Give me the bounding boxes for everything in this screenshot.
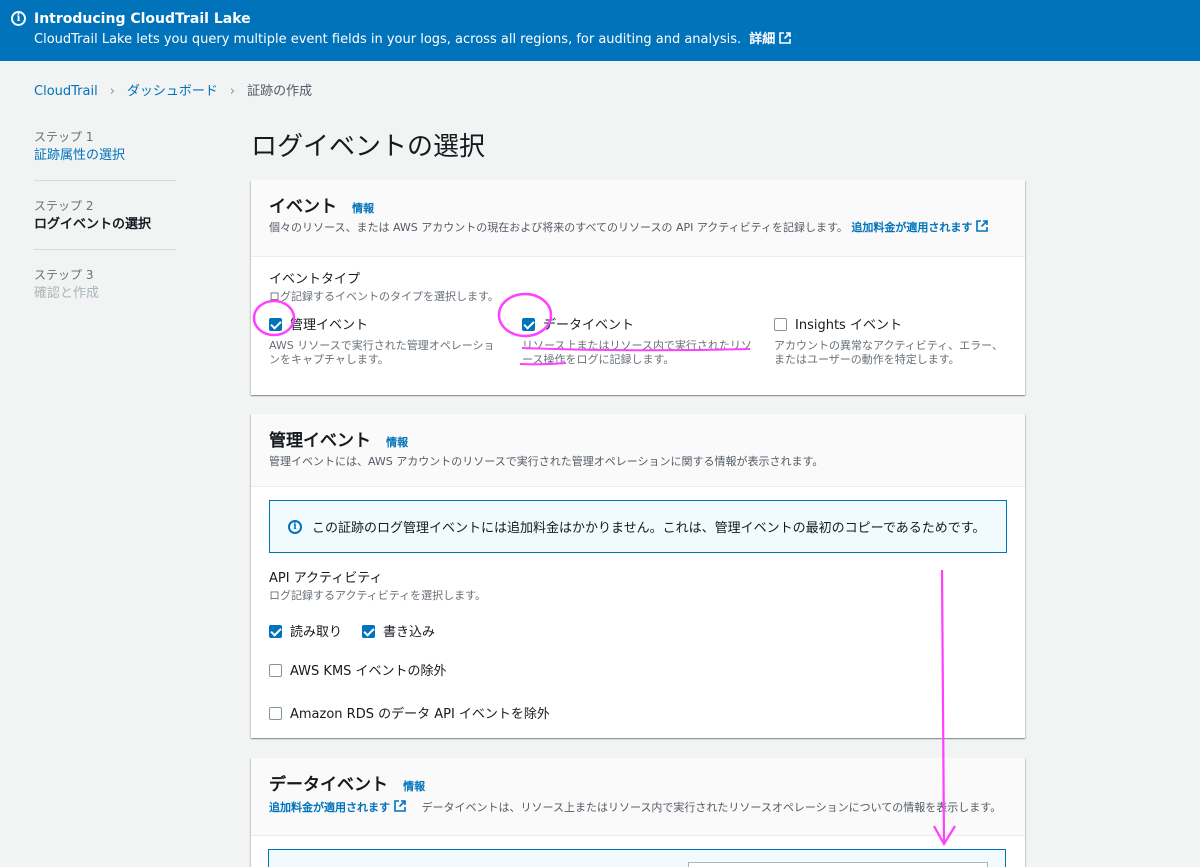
write-checkbox[interactable]: 書き込み — [362, 621, 435, 640]
rds-label: Amazon RDS のデータ API イベントを除外 — [290, 707, 550, 722]
management-info-link[interactable]: 情報 — [386, 436, 408, 449]
step-3: ステップ 3 確認と作成 — [34, 266, 176, 318]
events-title: イベント — [269, 197, 337, 217]
breadcrumb-dashboard[interactable]: ダッシュボード — [127, 83, 218, 101]
read-label: 読み取り — [290, 625, 343, 640]
chevron-right-icon: › — [109, 84, 115, 99]
management-events-card: 管理イベント 情報 管理イベントには、AWS アカウントのリソースで実行された管… — [251, 414, 1025, 738]
step-number: ステップ 3 — [34, 268, 94, 282]
data-events-desc-text: データイベントは、リソース上またはリソース内で実行されたリソースオペレーションに… — [421, 801, 1002, 814]
option-label: 管理イベント — [290, 318, 369, 333]
banner-details-link[interactable]: 詳細 — [749, 32, 792, 47]
external-link-icon — [394, 800, 406, 812]
page-title: ログイベントの選択 — [251, 132, 486, 162]
events-info-link[interactable]: 情報 — [352, 202, 374, 215]
option-management: 管理イベント AWS リソースで実行された管理オペレーションをキャプチャします。 — [269, 314, 522, 367]
pricing-link[interactable]: 追加料金が適用されます — [851, 220, 989, 234]
event-type-label: イベントタイプ — [269, 272, 361, 287]
chevron-right-icon: › — [229, 84, 236, 99]
management-events-checkbox[interactable]: 管理イベント — [269, 314, 522, 333]
kms-label: AWS KMS イベントの除外 — [290, 664, 447, 679]
checkbox-checked[interactable] — [269, 625, 282, 638]
checkbox-unchecked[interactable] — [774, 318, 787, 331]
step-number: ステップ 1 — [34, 130, 94, 144]
write-label: 書き込み — [383, 625, 436, 640]
external-link-icon — [779, 32, 792, 44]
option-label: Insights イベント — [795, 318, 902, 333]
step-2-current: ログイベントの選択 — [34, 217, 152, 232]
data-events-desc: 追加料金が適用されます データイベントは、リソース上またはリソース内で実行された… — [269, 800, 1007, 816]
checkbox-unchecked[interactable] — [269, 707, 282, 720]
management-card-body: i この証跡のログ管理イベントには追加料金はかかりません。これは、管理イベントの… — [251, 487, 1025, 736]
banner-text: CloudTrail Lake lets you query multiple … — [34, 30, 1200, 50]
data-events-checkbox[interactable]: データイベント — [522, 314, 774, 333]
checkbox-checked[interactable] — [362, 625, 376, 638]
events-card-header: イベント 情報 個々のリソース、または AWS アカウントの現在および将来のすべ… — [251, 180, 1025, 257]
breadcrumb: CloudTrail › ダッシュボード › 証跡の作成 — [34, 83, 312, 101]
data-event-select[interactable] — [688, 862, 988, 867]
option-insights: Insights イベント アカウントの異常なアクティビティ、エラー、またはユー… — [774, 314, 1006, 367]
step-1: ステップ 1 証跡属性の選択 — [34, 128, 176, 181]
exclude-kms-checkbox[interactable]: AWS KMS イベントの除外 — [269, 660, 1007, 679]
step-number: ステップ 2 — [34, 199, 94, 213]
intro-banner: i Introducing CloudTrail Lake CloudTrail… — [0, 0, 1200, 61]
data-events-title: データイベント — [269, 775, 388, 795]
step-3-disabled: 確認と作成 — [34, 286, 100, 301]
management-title: 管理イベント — [269, 431, 371, 451]
api-activity-options: 読み取り 書き込み — [269, 621, 1007, 640]
data-card-header: データイベント 情報 追加料金が適用されます データイベントは、リソース上または… — [251, 758, 1025, 836]
wizard-steps: ステップ 1 証跡属性の選択 ステップ 2 ログイベントの選択 ステップ 3 確… — [34, 128, 176, 334]
data-events-card: データイベント 情報 追加料金が適用されます データイベントは、リソース上または… — [251, 758, 1025, 867]
info-icon: i — [11, 11, 26, 26]
data-pricing-link[interactable]: 追加料金が適用されます — [269, 800, 406, 814]
api-activity-label: API アクティビティ — [269, 571, 383, 586]
info-alert: i この証跡のログ管理イベントには追加料金はかかりません。これは、管理イベントの… — [269, 500, 1007, 553]
events-card: イベント 情報 個々のリソース、または AWS アカウントの現在および将来のすべ… — [251, 180, 1025, 395]
alert-text: この証跡のログ管理イベントには追加料金はかかりません。これは、管理イベントの最初… — [312, 521, 986, 536]
step-2: ステップ 2 ログイベントの選択 — [34, 197, 176, 250]
data-events-info-link[interactable]: 情報 — [403, 780, 425, 793]
banner-title: Introducing CloudTrail Lake — [34, 11, 251, 27]
event-type-sublabel: ログ記録するイベントのタイプを選択します。 — [269, 290, 499, 303]
option-desc: AWS リソースで実行された管理オペレーションをキャプチャします。 — [269, 339, 495, 366]
external-link-icon — [976, 220, 989, 232]
api-activity-sublabel: ログ記録するアクティビティを選択します。 — [269, 589, 487, 602]
pricing-link-label: 追加料金が適用されます — [851, 221, 973, 234]
breadcrumb-current: 証跡の作成 — [247, 84, 313, 99]
checkbox-unchecked[interactable] — [269, 664, 282, 677]
data-events-alert — [268, 849, 1006, 867]
option-data: データイベント リソース上またはリソース内で実行されたリソース操作をログに記録し… — [522, 314, 774, 367]
data-pricing-link-label: 追加料金が適用されます — [269, 801, 390, 814]
breadcrumb-cloudtrail[interactable]: CloudTrail — [34, 83, 98, 101]
checkbox-checked[interactable] — [522, 318, 535, 331]
events-desc: 個々のリソース、または AWS アカウントの現在および将来のすべてのリソースの … — [269, 220, 1007, 236]
insights-events-checkbox[interactable]: Insights イベント — [774, 314, 1006, 333]
events-card-body: イベントタイプ ログ記録するイベントのタイプを選択します。 管理イベント AWS… — [251, 257, 1025, 381]
option-label: データイベント — [543, 318, 635, 333]
events-desc-text: 個々のリソース、または AWS アカウントの現在および将来のすべてのリソースの … — [269, 221, 848, 234]
option-desc: アカウントの異常なアクティビティ、エラー、またはユーザーの動作を特定します。 — [774, 339, 1004, 366]
event-type-options: 管理イベント AWS リソースで実行された管理オペレーションをキャプチャします。… — [269, 314, 1007, 367]
banner-details-label: 詳細 — [749, 32, 776, 47]
exclude-rds-checkbox[interactable]: Amazon RDS のデータ API イベントを除外 — [269, 703, 1007, 722]
option-desc: リソース上またはリソース内で実行されたリソース操作をログに記録します。 — [522, 339, 752, 366]
management-card-header: 管理イベント 情報 管理イベントには、AWS アカウントのリソースで実行された管… — [251, 414, 1025, 487]
read-checkbox[interactable]: 読み取り — [269, 621, 342, 640]
management-desc: 管理イベントには、AWS アカウントのリソースで実行された管理オペレーションに関… — [269, 455, 824, 468]
checkbox-checked[interactable] — [269, 318, 282, 331]
step-1-link[interactable]: 証跡属性の選択 — [34, 146, 176, 166]
banner-message: CloudTrail Lake lets you query multiple … — [34, 32, 742, 47]
info-icon: i — [288, 519, 302, 534]
